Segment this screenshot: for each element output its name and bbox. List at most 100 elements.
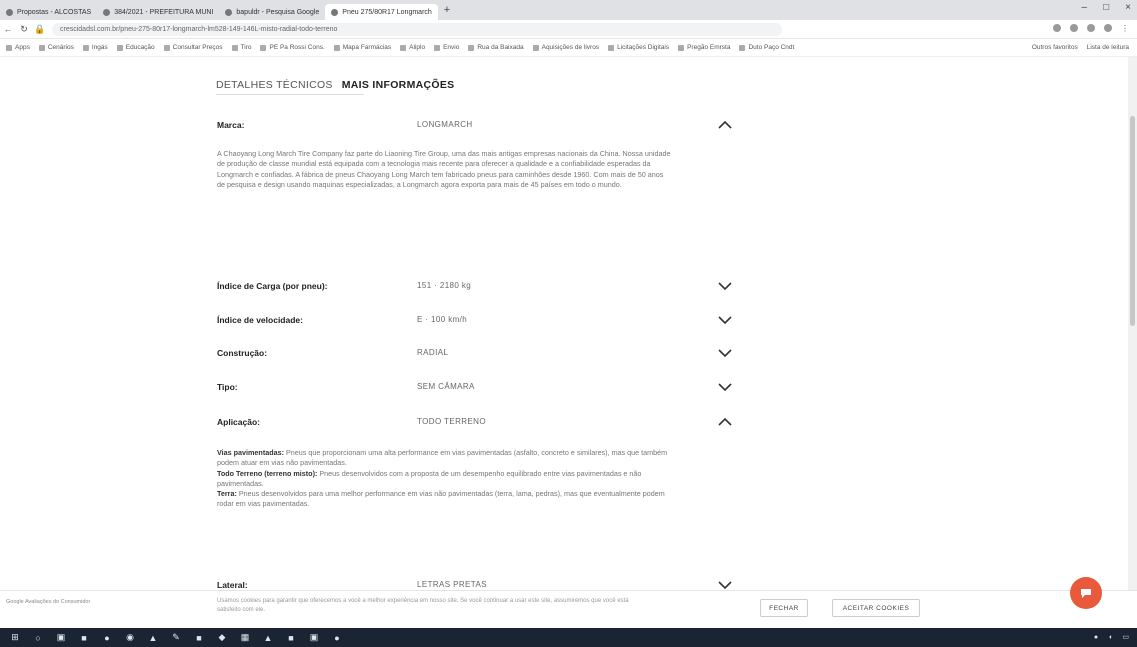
spec-value: 151 · 2180 kg: [417, 281, 472, 290]
app-icon[interactable]: ●: [102, 633, 112, 643]
bookmark-icon: [260, 44, 267, 51]
other-bookmarks[interactable]: Outros favoritos: [1032, 44, 1078, 51]
cookie-message: Usamos cookies para garantir que oferece…: [217, 598, 629, 613]
bookmark-item[interactable]: Apps: [6, 44, 30, 51]
spec-row-construction[interactable]: Construção: RADIAL: [217, 344, 737, 364]
browser-tab[interactable]: Propostas - ALCOSTAS: [0, 4, 97, 20]
chevron-up-icon[interactable]: [717, 118, 733, 132]
spec-value: RADIAL: [417, 348, 449, 357]
address-bar-row: ← ↻ 🔒 crescidadsl.com.br/pneu-275-80r17-…: [0, 20, 1137, 39]
task-view-icon[interactable]: ▣: [56, 632, 66, 643]
close-window-icon[interactable]: ×: [1125, 2, 1131, 13]
search-icon[interactable]: ○: [33, 633, 43, 643]
bookmark-item[interactable]: Pregão Emrsta: [678, 44, 730, 51]
chevron-down-icon[interactable]: [717, 313, 733, 327]
scrollbar-thumb[interactable]: [1130, 116, 1135, 326]
app-icon[interactable]: ◆: [217, 632, 227, 643]
application-description: Vias pavimentadas: Pneus que proporciona…: [217, 448, 672, 510]
cookie-banner: Google Avaliações do Consumidor Usamos c…: [0, 590, 1137, 628]
network-icon[interactable]: ●: [1094, 634, 1098, 641]
favicon-icon: [6, 8, 13, 16]
app-icon[interactable]: ●: [332, 633, 342, 643]
spec-row-application[interactable]: Aplicação: TODO TERRENO: [217, 413, 737, 433]
application-item: Terra: Pneus desenvolvidos para uma melh…: [217, 489, 665, 509]
browser-tab-strip: Propostas - ALCOSTAS 384/2021 - PREFEITU…: [0, 0, 1137, 20]
extensions-area: ⋮: [1053, 24, 1129, 33]
bookmark-item[interactable]: Aquisições de livros: [532, 44, 599, 51]
app-icon[interactable]: ▲: [263, 633, 273, 643]
favicon-icon: [225, 8, 233, 16]
google-reviews-badge[interactable]: Google Avaliações do Consumidor: [6, 599, 90, 606]
tab-technical-details[interactable]: DETALHES TÉCNICOS: [216, 79, 333, 91]
bookmark-icon: [6, 44, 12, 51]
bookmark-icon: [38, 44, 45, 51]
bookmark-icon: [678, 44, 685, 51]
spec-value: TODO TERRENO: [417, 417, 486, 426]
profile-avatar-icon[interactable]: [1104, 24, 1112, 32]
tab-more-info[interactable]: MAIS INFORMAÇÕES: [342, 79, 455, 91]
extension-icon[interactable]: [1053, 24, 1061, 32]
close-cookie-button[interactable]: FECHAR: [760, 599, 808, 617]
app-icon[interactable]: ✎: [171, 632, 181, 643]
browser-app-icon[interactable]: ◉: [125, 632, 135, 643]
reload-icon[interactable]: ↻: [16, 24, 32, 35]
bookmark-item[interactable]: Mapa Farmácias: [333, 44, 391, 51]
bookmark-icon: [532, 44, 539, 51]
spec-row-load-index[interactable]: Índice de Carga (por pneu): 151 · 2180 k…: [217, 277, 737, 297]
notification-icon[interactable]: ▭: [1122, 633, 1129, 641]
spec-value: LETRAS PRETAS: [417, 580, 487, 589]
bookmark-item[interactable]: Consultar Preços: [163, 44, 223, 51]
bookmark-icon: [82, 44, 89, 51]
bookmark-icon: [739, 44, 746, 51]
app-icon[interactable]: ■: [194, 633, 204, 643]
windows-start-icon[interactable]: ⊞: [10, 632, 20, 643]
app-icon[interactable]: ▦: [240, 632, 250, 643]
spec-row-speed-index[interactable]: Índice de velocidade: E · 100 km/h: [217, 311, 737, 331]
chevron-down-icon[interactable]: [717, 346, 733, 360]
bookmark-icon: [608, 44, 615, 51]
bookmark-item[interactable]: Duto Paço Cndt: [739, 44, 794, 51]
extension-icon[interactable]: [1070, 24, 1078, 32]
maximize-icon[interactable]: □: [1103, 2, 1109, 13]
spec-row-brand[interactable]: Marca: LONGMARCH: [217, 116, 737, 136]
accept-cookies-button[interactable]: ACEITAR COOKIES: [832, 599, 920, 617]
bookmark-item[interactable]: Ingás: [82, 44, 108, 51]
app-icon[interactable]: ■: [286, 633, 296, 643]
chat-icon: [1081, 589, 1091, 598]
app-icon[interactable]: ▲: [148, 633, 158, 643]
bookmark-icon: [400, 44, 407, 51]
bookmark-item[interactable]: Educação: [116, 44, 155, 51]
bookmark-item[interactable]: Tiro: [231, 44, 251, 51]
back-icon[interactable]: ←: [0, 24, 16, 34]
bookmarks-bar: Apps Cenários Ingás Educação Consultar P…: [0, 39, 1137, 57]
chat-button[interactable]: [1070, 577, 1102, 609]
bookmark-item[interactable]: Rua da Baixada: [468, 44, 524, 51]
bookmark-item[interactable]: Aliplo: [400, 44, 425, 51]
menu-icon[interactable]: ⋮: [1121, 24, 1129, 33]
bookmark-icon: [116, 44, 123, 51]
reading-list[interactable]: Lista de leitura: [1087, 44, 1129, 51]
chevron-down-icon[interactable]: [717, 279, 733, 293]
spec-label: Índice de Carga (por pneu):: [217, 281, 328, 291]
volume-icon[interactable]: ◖: [1108, 634, 1112, 641]
favicon-icon: [331, 8, 339, 16]
url-input[interactable]: crescidadsl.com.br/pneu-275-80r17-longma…: [52, 22, 782, 36]
browser-tab-active[interactable]: Pneu 275/80R17 Longmarch: [325, 4, 438, 20]
bookmark-item[interactable]: Cenários: [38, 44, 74, 51]
spec-row-type[interactable]: Tipo: SEM CÂMARA: [217, 378, 737, 398]
app-icon[interactable]: ■: [79, 633, 89, 643]
chevron-down-icon[interactable]: [717, 380, 733, 394]
minimize-icon[interactable]: –: [1082, 2, 1088, 13]
browser-tab[interactable]: bapuldr - Pesquisa Google: [219, 4, 325, 20]
bookmark-item[interactable]: Envio: [434, 44, 459, 51]
brand-description: A Chaoyang Long March Tire Company faz p…: [217, 149, 671, 189]
spec-value: SEM CÂMARA: [417, 382, 475, 391]
system-tray: ● ◖ ▭: [1094, 633, 1129, 642]
app-icon[interactable]: ▣: [309, 632, 319, 643]
extension-icon[interactable]: [1087, 24, 1095, 32]
bookmark-item[interactable]: PE Pa Rossi Cons.: [260, 44, 325, 51]
bookmark-item[interactable]: Licitações Digitais: [608, 44, 669, 51]
new-tab-icon[interactable]: +: [438, 4, 456, 16]
browser-tab[interactable]: 384/2021 - PREFEITURA MUNI: [97, 4, 219, 20]
chevron-up-icon[interactable]: [717, 415, 733, 429]
